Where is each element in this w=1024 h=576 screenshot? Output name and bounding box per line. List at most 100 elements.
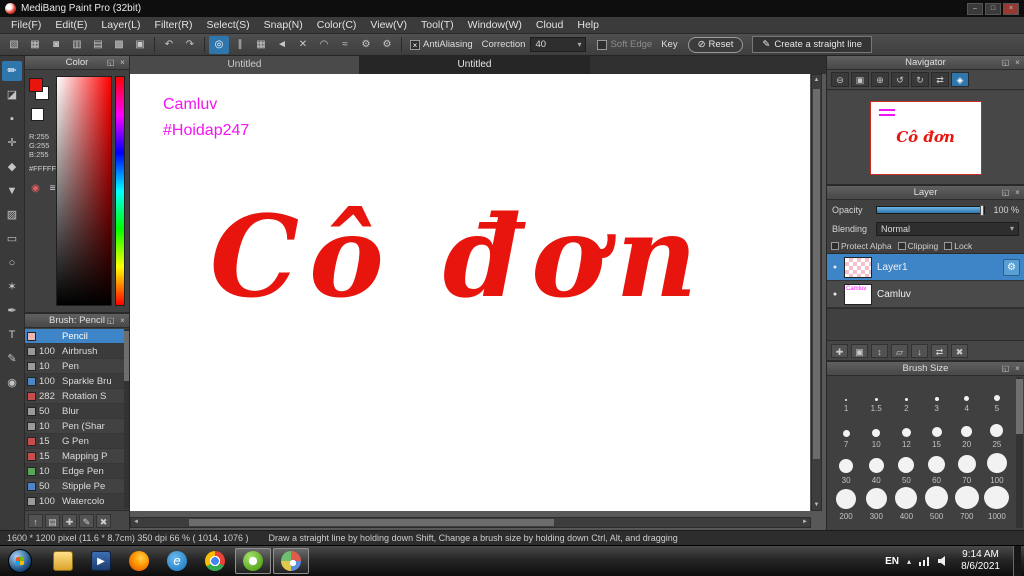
brush-item-pen-sharp[interactable]: 10 Pen (Shar [25,419,124,434]
opacity-slider[interactable] [876,204,985,216]
zoom-in-icon[interactable]: ⊕ [871,72,889,87]
brush-size-option[interactable]: 20 [952,414,982,450]
brush-size-option[interactable]: 25 [982,414,1012,450]
start-button[interactable] [8,549,32,573]
saturation-value-picker[interactable] [56,76,112,306]
eraser-tool[interactable]: ◪ [2,85,22,105]
delete-brush-icon[interactable]: ✖ [96,513,111,528]
medibang-taskbar-icon[interactable] [235,548,271,574]
brush-tool[interactable]: ✏ [2,61,22,81]
brush-list-scrollbar[interactable] [124,329,129,509]
menu-view[interactable]: View(V) [363,18,414,32]
visibility-dot-icon[interactable]: ● [831,264,839,271]
flip-view-icon[interactable]: ◈ [951,72,969,87]
menu-layer[interactable]: Layer(L) [94,18,147,32]
brush-item-blur[interactable]: 50 Blur [25,404,124,419]
menu-cloud[interactable]: Cloud [529,18,570,32]
edit-brush-icon[interactable]: ✎ [79,513,94,528]
document-tab-1[interactable]: Untitled [130,56,360,74]
reset-view-icon[interactable]: ⇄ [931,72,949,87]
brush-size-option[interactable]: 12 [891,414,921,450]
brush-size-option[interactable]: 500 [921,486,951,522]
snap-ellipse-icon[interactable]: ◠ [314,36,334,54]
brush-size-option[interactable]: 70 [952,450,982,486]
layer-order-icon[interactable]: ↕ [871,343,888,358]
close-button[interactable]: × [1003,2,1019,15]
brush-size-option[interactable]: 50 [891,450,921,486]
brush-item-g-pen[interactable]: 15 G Pen [25,434,124,449]
workspace-icon[interactable]: ▥ [67,36,87,54]
brush-size-option[interactable]: 40 [861,450,891,486]
brush-item-watercolor[interactable]: 100 Watercolo [25,494,124,509]
scrollbar-thumb[interactable] [124,331,129,381]
merge-layer-icon[interactable]: ↓ [911,343,928,358]
brush-size-option[interactable]: 2 [891,378,921,414]
snap-off-icon[interactable]: ◎ [209,35,229,54]
brush-size-option[interactable]: 700 [952,486,982,522]
clipping-checkbox[interactable]: Clipping [897,241,938,251]
soft-edge-checkbox[interactable]: Soft Edge [597,39,652,50]
menu-select[interactable]: Select(S) [199,18,256,32]
new-layer-icon[interactable]: ✚ [831,343,848,358]
scroll-down-icon[interactable]: ▼ [812,500,821,510]
grid-view-icon[interactable]: ▩ [109,36,129,54]
blending-select[interactable]: Normal ▾ [876,221,1019,236]
menu-tool[interactable]: Tool(T) [414,18,461,32]
scroll-up-icon[interactable]: ▲ [812,75,821,85]
brush-size-option[interactable]: 200 [831,486,861,522]
menu-file[interactable]: File(F) [4,18,48,32]
brush-size-option[interactable]: 100 [982,450,1012,486]
close-icon[interactable]: × [117,315,128,327]
network-icon[interactable] [919,556,930,566]
select-tool[interactable]: ▭ [2,229,22,249]
horizontal-scrollbar[interactable]: ◄ ► [130,517,811,528]
close-icon[interactable]: × [1012,187,1023,199]
slider-handle[interactable] [980,204,984,216]
menu-filter[interactable]: Filter(R) [148,18,200,32]
menu-window[interactable]: Window(W) [461,18,529,32]
brush-item-airbrush[interactable]: 100 Airbrush [25,344,124,359]
snap-parallel-icon[interactable]: ∥ [230,36,250,54]
popout-icon[interactable]: ◱ [1000,187,1011,199]
gradient-tool[interactable]: ▨ [2,205,22,225]
transfer-layer-icon[interactable]: ⇄ [931,343,948,358]
brush-item-stipple[interactable]: 50 Stipple Pe [25,479,124,494]
clock[interactable]: 9:14 AM 8/6/2021 [956,549,1005,573]
tool-settings-icon[interactable]: ⚙ [377,36,397,54]
scroll-right-icon[interactable]: ► [800,518,810,527]
brush-size-option[interactable]: 1000 [982,486,1012,522]
popout-icon[interactable]: ◱ [105,57,116,69]
internet-explorer-icon[interactable]: e [159,548,195,574]
brush-size-option[interactable]: 7 [831,414,861,450]
brush-size-scrollbar[interactable] [1016,377,1023,528]
eyedropper-tool[interactable]: ✎ [2,349,22,369]
maximize-button[interactable]: □ [985,2,1001,15]
paint-app-icon[interactable] [273,548,309,574]
rotate-left-icon[interactable]: ↺ [891,72,909,87]
zoom-out-icon[interactable]: ⊖ [831,72,849,87]
brush-menu-icon[interactable]: ▤ [45,513,60,528]
close-icon[interactable]: × [1012,363,1023,375]
brush-size-option[interactable]: 15 [921,414,951,450]
menu-snap[interactable]: Snap(N) [257,18,310,32]
vertical-scrollbar[interactable]: ▲ ▼ [811,74,822,511]
menu-edit[interactable]: Edit(E) [48,18,94,32]
canvas[interactable]: Camluv #Hoidap247 Cô đơn [130,74,810,511]
brush-item-pen[interactable]: 10 Pen [25,359,124,374]
brush-size-option[interactable]: 4 [952,378,982,414]
brush-size-option[interactable]: 10 [861,414,891,450]
layer-folder-icon[interactable]: ▱ [891,343,908,358]
undo-icon[interactable]: ↶ [159,36,179,54]
export-icon[interactable]: ▤ [88,36,108,54]
snap-cross-icon[interactable]: ✕ [293,36,313,54]
layer-settings-icon[interactable]: ⚙ [1003,258,1020,276]
menu-help[interactable]: Help [570,18,606,32]
brush-item-pencil[interactable]: Pencil [25,329,124,344]
hand-tool[interactable]: ◉ [2,373,22,393]
popout-icon[interactable]: ◱ [105,315,116,327]
brush-item-edge-pen[interactable]: 10 Edge Pen [25,464,124,479]
new-canvas-icon[interactable]: ▧ [4,36,24,54]
hidden-icons-icon[interactable]: ▴ [907,557,911,566]
brush-scroll-up-icon[interactable]: ↑ [28,513,43,528]
save-icon[interactable]: ▦ [25,36,45,54]
